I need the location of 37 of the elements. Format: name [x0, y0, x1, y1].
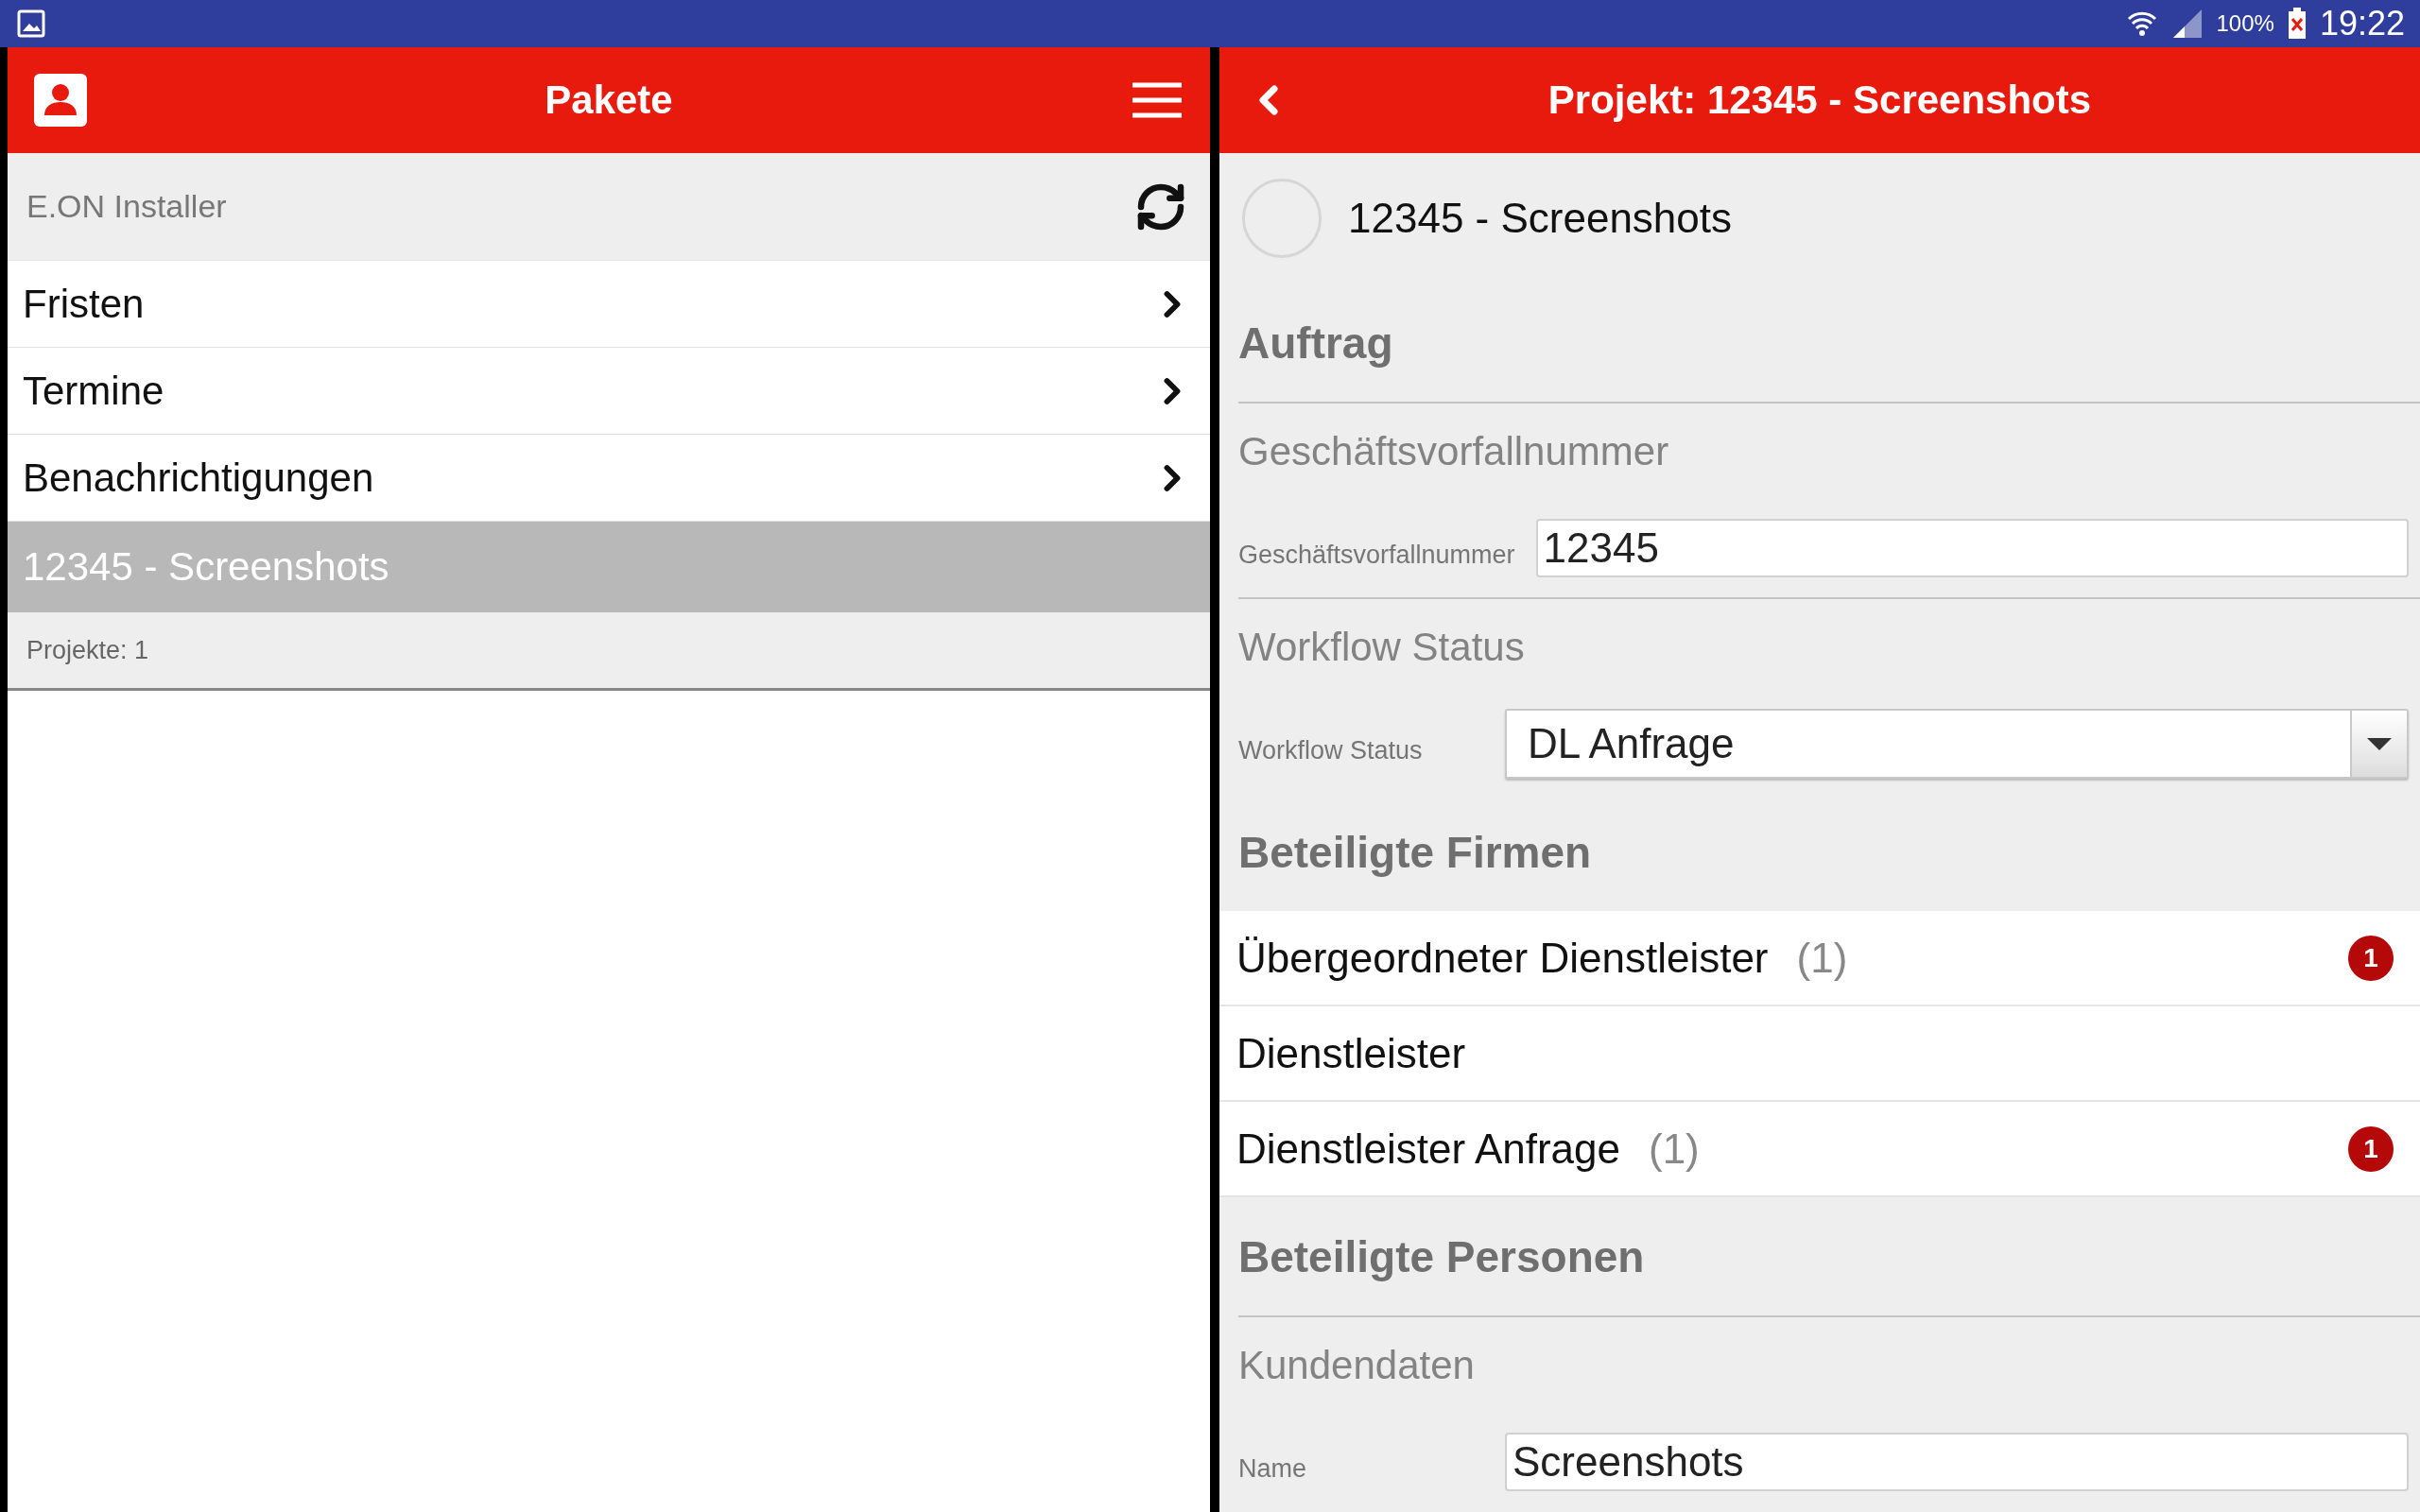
- battery-percentage: 100%: [2216, 10, 2274, 37]
- section-heading: Auftrag: [1237, 317, 1394, 369]
- dropdown-caret-icon: [2365, 736, 2394, 751]
- field-label: Workflow Status: [1238, 734, 1424, 765]
- notification-badge: 1: [2348, 1125, 2394, 1172]
- account-name: E.ON Installer: [26, 188, 228, 225]
- item-count: (1): [1796, 934, 1849, 982]
- gallery-icon: [17, 9, 45, 38]
- field-label: Geschäftsvorfallnummer: [1238, 539, 1515, 570]
- list-item[interactable]: Dienstleister Anfrage (1) 1: [1219, 1102, 2420, 1197]
- list-item-label: Dienstleister Anfrage: [1236, 1125, 1620, 1173]
- user-icon: [34, 74, 87, 127]
- header-title: Projekt: 12345 - Screenshots: [1547, 77, 2093, 123]
- notification-badge: 1: [2348, 935, 2394, 981]
- field-label: Name: [1238, 1452, 1308, 1484]
- field-group-title: Geschäftsvorfallnummer: [1238, 402, 2420, 499]
- list-item[interactable]: Übergeordneter Dienstleister (1) 1: [1219, 911, 2420, 1006]
- project-count: Projekte: 1: [26, 635, 149, 665]
- field-group-title: Kundendaten: [1238, 1315, 2420, 1413]
- menu-icon: [1131, 81, 1184, 119]
- dropdown-field[interactable]: DL Anfrage: [1505, 709, 2409, 779]
- text-field[interactable]: Screenshots: [1505, 1433, 2409, 1491]
- list-item-label: Übergeordneter Dienstleister: [1236, 934, 1769, 982]
- field-group-title: Workflow Status: [1238, 597, 2420, 695]
- list-item[interactable]: Dienstleister: [1219, 1006, 2420, 1102]
- clock: 19:22: [2319, 4, 2405, 43]
- list-item-label: Dienstleister: [1236, 1029, 1466, 1077]
- project-name: 12345 - Screenshots: [1348, 195, 1733, 242]
- item-count: (1): [1649, 1125, 1701, 1173]
- section-heading: Beteiligte Firmen: [1237, 826, 1593, 879]
- battery-icon: [2287, 8, 2307, 40]
- nav-item[interactable]: Fristen: [8, 260, 1210, 347]
- nav-item[interactable]: Termine: [8, 347, 1210, 434]
- section-heading: Beteiligte Personen: [1237, 1230, 1646, 1283]
- header-title: Pakete: [544, 77, 674, 123]
- text-field[interactable]: 12345: [1535, 519, 2409, 577]
- nav-item[interactable]: Benachrichtigungen: [8, 434, 1210, 521]
